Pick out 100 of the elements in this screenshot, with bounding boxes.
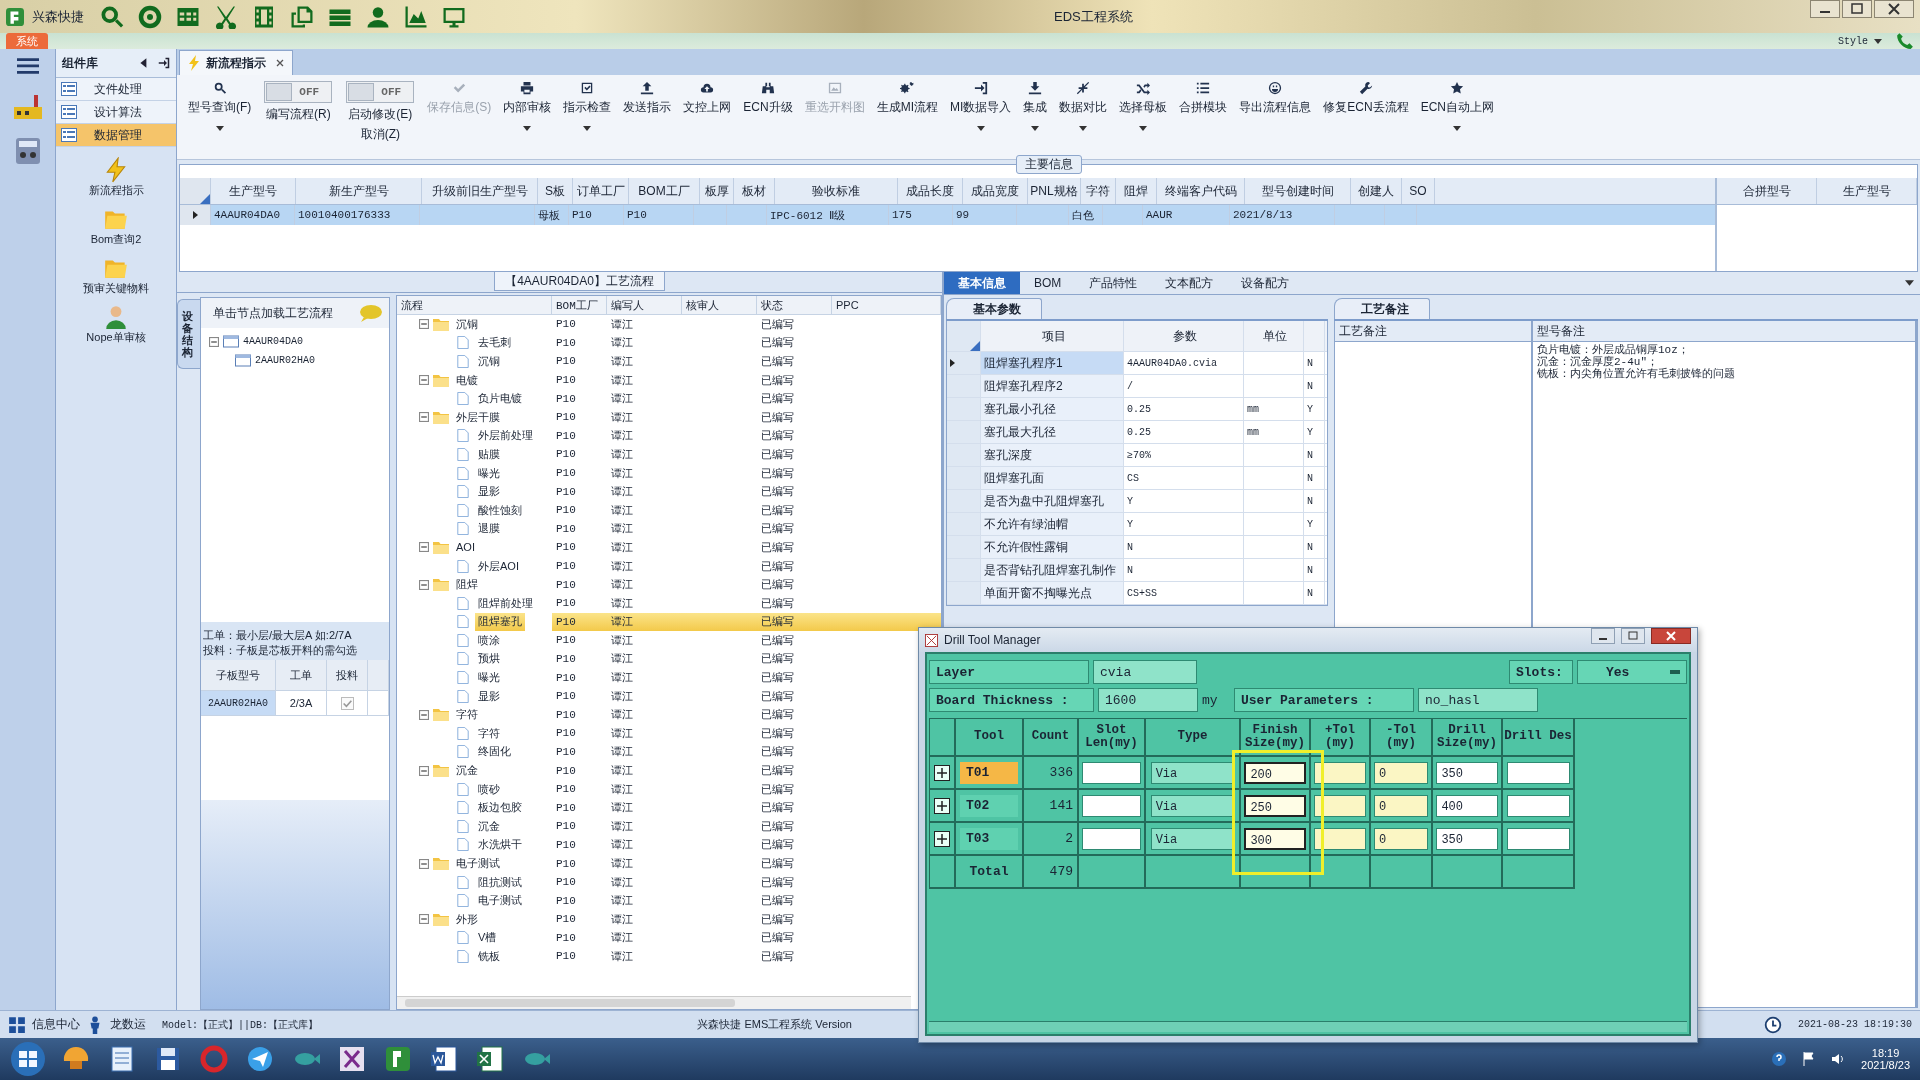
sign-in-icon[interactable] — [158, 57, 170, 69]
process-node[interactable]: 外层AOI — [475, 556, 522, 576]
tool-cell[interactable]: T03 — [960, 827, 1018, 850]
menu-icon[interactable] — [16, 57, 39, 75]
toolbar-button[interactable]: 生成MI流程 — [871, 81, 943, 116]
column-header[interactable]: 参数 — [1124, 321, 1244, 351]
collapse-toggle[interactable] — [419, 319, 429, 330]
expand-icon[interactable] — [934, 764, 950, 781]
column-header[interactable]: 板材 — [734, 178, 775, 204]
process-node[interactable]: 字符 — [475, 724, 503, 743]
thickness-field[interactable]: 1600 — [1098, 688, 1198, 712]
toolbar-button[interactable]: 选择母板 — [1114, 81, 1173, 131]
process-node[interactable]: V槽 — [475, 928, 500, 948]
tree-node[interactable]: 2AAUR02HA0 — [255, 355, 315, 366]
column-header[interactable]: 成品宽度 — [963, 178, 1028, 204]
collapse-toggle[interactable] — [419, 542, 429, 553]
toolbar-button[interactable]: 修复ECN丢流程 — [1318, 81, 1414, 116]
column-header[interactable]: 核审人 — [682, 296, 757, 314]
column-header[interactable]: S板 — [538, 178, 573, 204]
taskbar-time[interactable]: 18:19 — [1871, 1047, 1900, 1059]
drill-size-field[interactable]: 350 — [1436, 761, 1498, 784]
process-node[interactable]: 贴膜 — [475, 445, 503, 464]
process-node[interactable]: 预烘 — [475, 649, 503, 669]
slot-length-field[interactable] — [1082, 761, 1141, 784]
scrollbar[interactable] — [929, 1021, 1687, 1032]
process-node[interactable]: 电子测试 — [453, 854, 503, 873]
process-node[interactable]: 去毛刺 — [475, 333, 514, 353]
sidebar-tool[interactable]: Nope单审核 — [86, 304, 146, 345]
toolbar-button[interactable]: 型号查询(F) — [183, 81, 257, 131]
column-header[interactable]: 单位 — [1244, 321, 1304, 351]
process-node[interactable]: 退膜 — [475, 519, 503, 539]
collapse-toggle[interactable] — [419, 412, 429, 423]
close-button[interactable] — [1651, 628, 1691, 644]
plus-tolerance-field[interactable] — [1313, 794, 1367, 817]
column-header[interactable]: 项目 — [981, 321, 1124, 351]
toolbar-button[interactable]: 指示检查 — [558, 81, 617, 131]
process-node[interactable]: 水洗烘干 — [475, 835, 525, 855]
maximize-button[interactable] — [1621, 628, 1645, 644]
document-tab[interactable]: 新流程指示 — [179, 50, 293, 75]
column-header[interactable]: 工单 — [276, 660, 327, 690]
toolbar-button[interactable]: 内部审核 — [498, 81, 557, 131]
help-icon[interactable] — [1771, 1051, 1788, 1067]
process-node[interactable]: 曝光 — [475, 463, 503, 483]
process-node[interactable]: 阻焊 — [453, 575, 481, 594]
process-node[interactable]: 沉金 — [453, 761, 481, 780]
lifebuoy-icon[interactable] — [138, 4, 162, 29]
minus-tolerance-field[interactable]: 0 — [1374, 794, 1428, 817]
process-node[interactable]: 喷砂 — [475, 779, 503, 799]
drill-description-field[interactable] — [1506, 827, 1570, 850]
process-node[interactable]: 沉铜 — [453, 315, 481, 334]
column-header[interactable]: 终端客户代码 — [1157, 178, 1245, 204]
collapse-toggle[interactable] — [419, 914, 429, 925]
column-header[interactable]: 流程 — [397, 296, 552, 314]
column-header[interactable]: 阻焊 — [1116, 178, 1157, 204]
minus-tolerance-field[interactable]: 0 — [1374, 761, 1428, 784]
plus-tolerance-field[interactable] — [1313, 827, 1367, 850]
toolbar-button[interactable]: ECN升级 — [738, 81, 798, 116]
toolbar-button[interactable]: 文控上网 — [678, 81, 737, 116]
toolbar-button[interactable]: MI数据导入 — [945, 81, 1017, 131]
process-node[interactable]: 喷涂 — [475, 631, 503, 650]
drill-description-field[interactable] — [1506, 761, 1570, 784]
toolbar-button[interactable]: 集成 — [1018, 81, 1053, 131]
column-header[interactable]: 订单工厂 — [573, 178, 629, 204]
column-header[interactable]: 升级前旧生产型号 — [422, 178, 538, 204]
column-header[interactable]: 子板型号 — [201, 660, 276, 690]
collapse-toggle[interactable] — [419, 709, 429, 720]
finish-size-field[interactable]: 300 — [1244, 827, 1306, 850]
column-header[interactable]: PNL规格 — [1028, 178, 1081, 204]
column-header[interactable]: 成品长度 — [898, 178, 963, 204]
search-icon[interactable] — [100, 4, 124, 29]
column-header[interactable]: 验收标准 — [775, 178, 898, 204]
info-tab[interactable]: 文本配方 — [1151, 272, 1228, 294]
close-icon[interactable] — [276, 59, 284, 67]
type-field[interactable]: Via — [1150, 794, 1235, 817]
toolbar-button[interactable]: 导出流程信息 — [1234, 81, 1317, 116]
toggle-switch[interactable]: OFF — [264, 81, 333, 103]
caret-icon[interactable] — [1905, 280, 1914, 286]
process-node[interactable]: 铣板 — [475, 947, 503, 966]
column-header[interactable]: 生产型号 — [1817, 178, 1917, 204]
process-node[interactable]: 阻抗测试 — [475, 872, 525, 892]
toolbar-button[interactable]: 合拼模块 — [1174, 81, 1233, 116]
process-node[interactable]: 阻焊前处理 — [475, 593, 536, 613]
collapse-toggle[interactable] — [419, 858, 429, 869]
spreadsheet-icon[interactable] — [474, 1043, 506, 1075]
taskbar-date[interactable]: 2021/8/23 — [1861, 1059, 1910, 1071]
minimize-button[interactable] — [1591, 628, 1615, 644]
column-header[interactable]: SO — [1402, 178, 1435, 204]
toggle-switch[interactable]: OFF — [346, 81, 415, 103]
collapse-toggle[interactable] — [419, 375, 429, 386]
film-icon[interactable] — [252, 4, 276, 29]
column-header[interactable]: 创建人 — [1351, 178, 1402, 204]
process-node[interactable]: 显影 — [475, 482, 503, 501]
finish-size-field[interactable]: 250 — [1244, 794, 1306, 817]
process-node[interactable]: 板边包胶 — [475, 798, 525, 818]
column-header[interactable]: BOM工厂 — [552, 296, 607, 314]
toolbar-button[interactable]: 数据对比 — [1054, 81, 1113, 131]
column-header[interactable]: 新生产型号 — [296, 178, 422, 204]
column-header[interactable]: BOM工厂 — [629, 178, 700, 204]
start-button[interactable] — [10, 1041, 46, 1077]
drill-description-field[interactable] — [1506, 794, 1570, 817]
